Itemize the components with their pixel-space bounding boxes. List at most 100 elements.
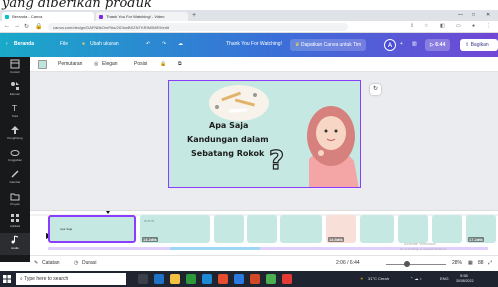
chrome-icon[interactable] <box>218 274 228 284</box>
canva-for-teams-button[interactable]: ♛ Dapatkan Canva untuk Tim <box>290 39 367 51</box>
cloud-icon <box>10 150 20 156</box>
timeline-frame[interactable] <box>432 215 462 243</box>
reload-icon[interactable]: ↻ <box>24 23 29 30</box>
tab-canva-home[interactable]: Beranda - Canva <box>2 12 94 21</box>
sidebar-item-counter[interactable]: Penghitung <box>0 123 30 145</box>
handwritten-banner: yang diberikan produk <box>0 0 498 10</box>
audio-icon <box>11 235 19 244</box>
zoom-slider-handle[interactable] <box>404 261 410 267</box>
zoom-level[interactable]: 28% <box>452 260 462 266</box>
back-icon[interactable]: ← <box>4 23 10 29</box>
star-icon[interactable]: ☆ <box>424 23 428 29</box>
powerpoint-icon[interactable] <box>250 274 260 284</box>
undo-icon[interactable]: ↶ <box>146 41 150 47</box>
maximize-icon[interactable]: □ <box>472 12 475 18</box>
sidebar-item-apps[interactable]: Aplikasi <box>0 211 30 233</box>
slide-title-line-2: Kandungan dalam <box>187 135 269 144</box>
lock-icon[interactable]: 🔒 <box>160 61 166 67</box>
avatar[interactable]: A <box>384 39 396 51</box>
sidebar-item-projects[interactable]: Proyek <box>0 189 30 211</box>
windows-start-icon[interactable] <box>3 275 11 283</box>
sidebar-item-templates[interactable]: Contoh <box>0 57 30 79</box>
profile-icon[interactable]: ● <box>472 23 475 29</box>
file-explorer-icon[interactable] <box>170 274 180 284</box>
sidebar-item-audio[interactable]: Audio <box>0 233 30 255</box>
file-menu[interactable]: File <box>60 41 68 47</box>
task-view-icon[interactable] <box>138 274 148 284</box>
notes-button[interactable]: Catatan <box>42 260 60 266</box>
timeline-frame[interactable] <box>398 215 428 243</box>
language-indicator[interactable]: ENG <box>440 276 449 281</box>
timeline-frame[interactable]: ▭ ▭ ▭ 13.2dtk <box>140 215 210 243</box>
tab-label: Beranda - Canva <box>12 14 43 19</box>
svg-text:T: T <box>11 104 17 113</box>
share-page-icon[interactable]: ⇪ <box>410 23 414 29</box>
clock-date[interactable]: 30/08/2022 <box>456 279 474 283</box>
position-button[interactable]: Posisi <box>134 61 147 67</box>
activate-windows-watermark: Activate Windows <box>404 241 436 246</box>
add-people-icon[interactable]: + <box>400 41 403 47</box>
new-tab-icon[interactable]: + <box>192 12 196 19</box>
slide-canvas[interactable]: ? Apa Saja Kandungan dalam Sebatang Roko… <box>168 80 361 188</box>
taskbar-search-input[interactable]: ⌕ Type here to search <box>16 273 126 285</box>
back-arrow-icon[interactable]: ‹ <box>6 41 8 47</box>
page-count[interactable]: 88 <box>478 260 484 266</box>
design-title[interactable]: Thank You For Watching! <box>226 41 282 47</box>
weather-text[interactable]: 31°C Cerah <box>368 276 389 281</box>
app-icon[interactable] <box>266 274 276 284</box>
close-icon[interactable]: ✕ <box>486 12 490 18</box>
animate-button[interactable]: Elegan <box>102 61 118 67</box>
copy-style-icon[interactable]: ⧉ <box>178 61 182 67</box>
timeline-frame[interactable]: 17.2dtk <box>466 215 496 243</box>
playhead-icon[interactable] <box>106 211 110 214</box>
present-button[interactable]: ▷ 6:44 <box>425 39 451 51</box>
timeline-frame[interactable]: 14.5dtk <box>326 215 356 243</box>
duration-button[interactable]: Durasi <box>82 260 96 266</box>
fullscreen-icon[interactable]: ⤢ <box>488 260 492 266</box>
duration-icon[interactable]: ◷ <box>74 260 78 266</box>
zoom-slider[interactable] <box>386 264 446 265</box>
tab-video[interactable]: Thank You For Watching! - Video <box>96 12 188 21</box>
frame-duration: 17.2dtk <box>468 237 484 242</box>
menu-icon[interactable]: ⋮ <box>486 23 491 29</box>
redo-icon[interactable]: ↷ <box>162 41 166 47</box>
refresh-icon[interactable]: ↻ <box>370 84 381 95</box>
sidebar-item-uploads[interactable]: Unggahan <box>0 145 30 167</box>
transition-button[interactable]: Pemutaran <box>58 61 82 67</box>
grid-view-icon[interactable]: ▦ <box>468 260 473 266</box>
extensions-icon[interactable]: ◧ <box>440 23 445 29</box>
question-mark-icon: ? <box>269 146 284 176</box>
tray-icons[interactable]: ⌃ ☁ ♪ <box>410 276 422 281</box>
notes-icon[interactable]: ✎ <box>34 260 38 266</box>
sidebar-item-elements[interactable]: Elemen <box>0 79 30 101</box>
background-color-swatch[interactable] <box>38 60 47 69</box>
analytics-icon[interactable]: ▥ <box>412 41 417 47</box>
sidebar-item-draw[interactable]: Gambar <box>0 167 30 189</box>
timeline-frame[interactable] <box>247 215 277 243</box>
animate-icon[interactable]: ◎ <box>94 61 98 67</box>
share-button[interactable]: ⇧ Bagikan <box>460 39 498 51</box>
mail-icon[interactable] <box>202 274 212 284</box>
timeline-frame[interactable] <box>214 215 244 243</box>
home-button[interactable]: Beranda <box>14 41 34 47</box>
word-icon[interactable] <box>234 274 244 284</box>
edge-icon[interactable] <box>154 274 164 284</box>
timeline-frame[interactable] <box>280 215 322 243</box>
status-bar: ✎ Catatan ◷ Durasi 2:06 / 6:44 28% ▦ 88 … <box>30 255 498 271</box>
lock-icon: 🔒 <box>35 24 43 30</box>
left-sidebar: Contoh Elemen T Teks Penghitung Unggahan… <box>0 57 30 262</box>
sidebar-icon[interactable]: ▭ <box>456 23 461 29</box>
hijab-woman-illustration <box>307 106 359 187</box>
timeline-frame[interactable] <box>360 215 394 243</box>
clock-time[interactable]: 9:58 <box>460 273 468 278</box>
url-field[interactable]: canva.com/design/DAFNBkOmPAs/2lOhwBSZNTK… <box>48 23 348 31</box>
audio-track-segment[interactable] <box>170 247 260 250</box>
timeline-frame[interactable]: Apa Saja <box>48 215 136 243</box>
store-icon[interactable] <box>186 274 196 284</box>
crown-icon: ● <box>82 41 86 47</box>
forward-icon[interactable]: → <box>14 23 20 29</box>
resize-button[interactable]: Ubah ukuran <box>90 41 119 47</box>
minimize-icon[interactable]: — <box>458 12 463 18</box>
sidebar-item-text[interactable]: T Teks <box>0 101 30 123</box>
app-icon[interactable] <box>282 274 292 284</box>
